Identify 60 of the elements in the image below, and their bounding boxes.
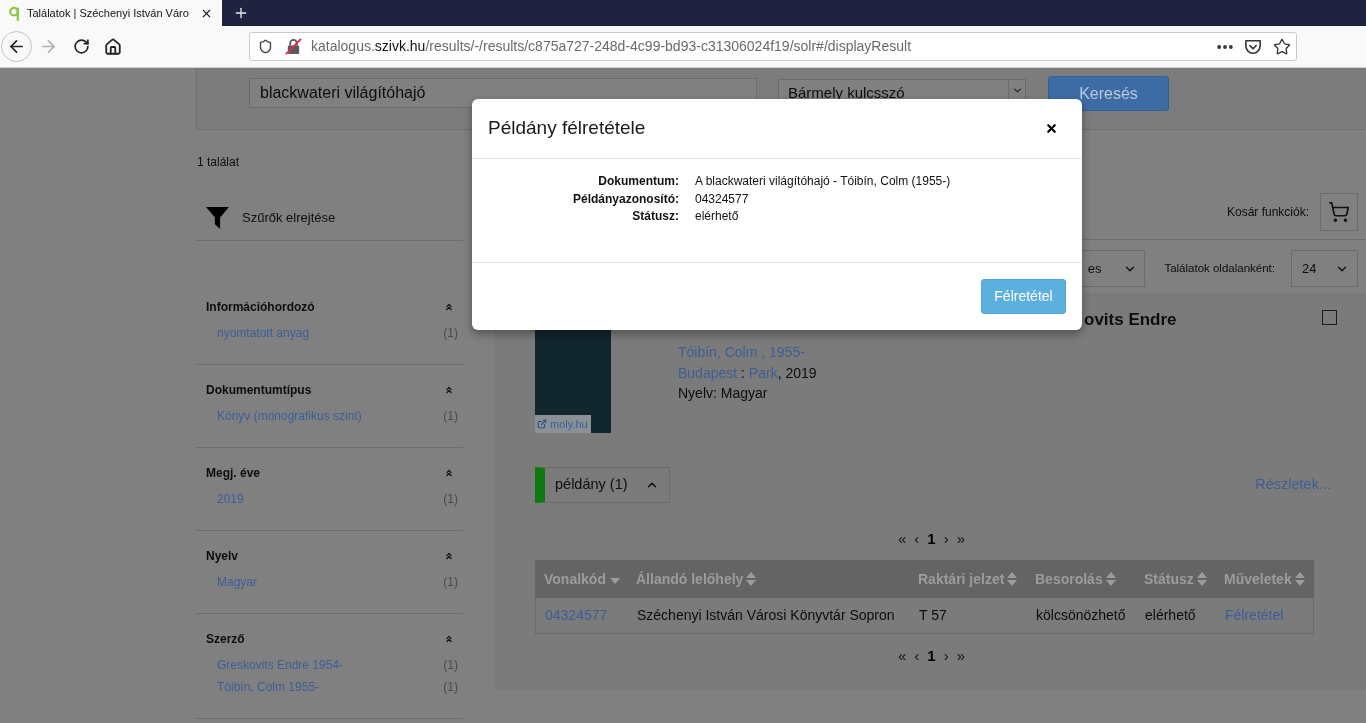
cart-label: Kosár funkciók:	[1226, 204, 1309, 221]
collapse-icon[interactable]	[444, 468, 454, 478]
cart-button[interactable]	[1320, 193, 1358, 231]
collapse-icon[interactable]	[444, 551, 454, 561]
new-tab-icon[interactable]	[233, 5, 249, 21]
external-link-icon	[537, 419, 547, 429]
bookmark-star-icon[interactable]	[1273, 37, 1291, 56]
collapse-icon[interactable]	[444, 385, 454, 395]
field-label: Példányazonosító:	[573, 190, 679, 208]
shield-icon[interactable]	[258, 39, 273, 54]
reload-icon[interactable]	[72, 38, 90, 55]
facet-title[interactable]: Dokumentumtípus	[206, 381, 312, 399]
result-count: 1 találat	[196, 155, 241, 169]
dropdown-caret-icon	[1011, 85, 1023, 96]
field-value: elérhető	[695, 208, 739, 225]
browser-tab[interactable]: Találatok | Széchenyi István Váro	[0, 0, 222, 26]
reserve-button[interactable]: Félretétel	[981, 279, 1066, 314]
search-button[interactable]: Keresés	[1048, 76, 1169, 111]
pagination-link[interactable]: ›	[943, 531, 949, 547]
crossed-lock-icon	[285, 38, 302, 55]
imprint-text: Budapest : Park, 2019	[678, 364, 817, 383]
current-page-number[interactable]: 1	[927, 531, 936, 547]
table-cell-text: elérhető	[1145, 606, 1196, 625]
pagination-link[interactable]: ‹	[914, 648, 920, 664]
pagination-link[interactable]: «	[898, 531, 907, 547]
table-cell-text: T 57	[919, 606, 947, 625]
select-checkbox[interactable]	[1322, 310, 1337, 325]
hide-filters-link[interactable]: Szűrők elrejtése	[242, 207, 336, 228]
result-title[interactable]: ovits Endre	[1084, 310, 1177, 330]
per-page-select[interactable]: 24	[1291, 250, 1358, 287]
pagination-link[interactable]: »	[956, 648, 965, 664]
pocket-icon[interactable]	[1244, 38, 1262, 55]
pagination-link[interactable]: ›	[943, 648, 949, 664]
cart-icon	[1328, 201, 1350, 223]
collapse-icon[interactable]	[444, 302, 454, 312]
current-page-number[interactable]: 1	[927, 648, 936, 664]
field-value: A blackwateri világítóhajó - Tóibín, Colm (1955-)	[695, 173, 951, 190]
filter-icon[interactable]	[205, 205, 230, 230]
per-page-label: Találatok oldalanként:	[1164, 260, 1275, 276]
modal-title: Példány félretétele	[488, 116, 646, 141]
table-cell-text: kölcsönözhető	[1036, 606, 1126, 625]
site-favicon-icon	[9, 5, 20, 21]
table-cell-text: Széchenyi István Városi Könyvtár Sopron	[637, 606, 895, 625]
facet-title[interactable]: Megj. éve	[206, 464, 261, 482]
address-bar[interactable]: katalogus.szivk.hu/results/-/results/c875a727-248d-4c99-bd93-c31306024f19/solr#/displayResult	[249, 32, 1297, 61]
home-icon[interactable]	[104, 37, 122, 56]
facet-title[interactable]: Szerző	[206, 630, 245, 648]
copies-toggle[interactable]: példány (1)	[535, 467, 670, 503]
facet-title[interactable]: Nyelv	[206, 547, 239, 565]
url-text: katalogus.szivk.hu/results/-/results/c875a727-248d-4c99-bd93-c31306024f19/solr#/displayResult	[311, 37, 912, 56]
collapse-icon[interactable]	[444, 634, 454, 644]
close-icon[interactable]	[1045, 122, 1058, 135]
facet-title[interactable]: Információhordozó	[206, 298, 315, 316]
field-label: Dokumentum:	[598, 173, 679, 190]
field-label: Státusz:	[632, 208, 679, 225]
pagination-link[interactable]: «	[898, 648, 907, 664]
field-value: 04324577	[695, 190, 749, 208]
language-text: Nyelv: Magyar	[678, 384, 768, 403]
pagination-link[interactable]: ‹	[914, 531, 920, 547]
pagination-link[interactable]: »	[956, 531, 965, 547]
